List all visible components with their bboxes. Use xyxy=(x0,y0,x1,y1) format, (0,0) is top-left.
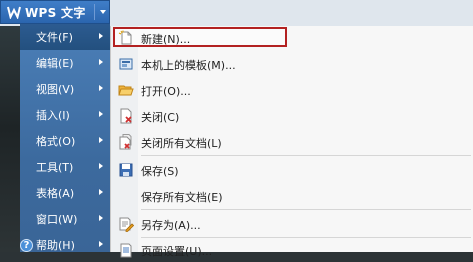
close-document-icon xyxy=(118,108,134,124)
page-setup-icon xyxy=(118,242,134,258)
submenu-item-local-templates[interactable]: 本机上的模板(M)... xyxy=(111,52,473,76)
submenu-item-label: 另存为(A)... xyxy=(141,219,201,232)
submenu-item-label: 保存(S) xyxy=(141,165,179,178)
menu-item-help[interactable]: ? 帮助(H) xyxy=(20,232,110,258)
selection-highlight xyxy=(113,27,287,47)
menu-item-insert[interactable]: 插入(I) xyxy=(20,102,110,128)
submenu-item-page-setup[interactable]: 页面设置(U)... xyxy=(111,238,473,262)
menu-item-label: 文件(F) xyxy=(36,31,73,44)
submenu-item-label: 本机上的模板(M)... xyxy=(141,59,236,72)
new-document-icon xyxy=(118,30,134,46)
menu-item-label: 编辑(E) xyxy=(36,57,74,70)
menu-item-table[interactable]: 表格(A) xyxy=(20,180,110,206)
menu-item-format[interactable]: 格式(O) xyxy=(20,128,110,154)
submenu-item-close-all[interactable]: 关闭所有文档(L) xyxy=(111,130,473,154)
app-menu-divider xyxy=(94,4,95,20)
menu-item-label: 窗口(W) xyxy=(36,213,78,226)
menu-item-label: 插入(I) xyxy=(36,109,70,122)
menu-item-view[interactable]: 视图(V) xyxy=(20,76,110,102)
chevron-right-icon xyxy=(99,33,103,39)
menu-item-label: 格式(O) xyxy=(36,135,76,148)
save-as-icon xyxy=(118,216,135,232)
help-icon: ? xyxy=(20,238,33,252)
chevron-right-icon xyxy=(99,59,103,65)
app-title: WPS 文字 xyxy=(25,5,86,20)
file-submenu: 新建(N)... 本机上的模板(M)... 打开(O)... 关闭(C) 关闭所… xyxy=(110,26,473,258)
submenu-item-save-all[interactable]: 保存所有文档(E) xyxy=(111,184,473,208)
chevron-right-icon xyxy=(99,215,103,221)
submenu-item-save[interactable]: 保存(S) xyxy=(111,158,473,182)
menu-item-window[interactable]: 窗口(W) xyxy=(20,206,110,232)
submenu-item-label: 关闭所有文档(L) xyxy=(141,137,222,150)
submenu-item-label: 保存所有文档(E) xyxy=(141,191,223,204)
chevron-right-icon xyxy=(99,163,103,169)
open-folder-icon xyxy=(118,82,134,98)
chevron-right-icon xyxy=(99,137,103,143)
main-menu: 文件(F) 编辑(E) 视图(V) 插入(I) 格式(O) 工具(T) 表格(A… xyxy=(20,24,110,252)
wps-logo-icon xyxy=(7,5,21,19)
chevron-right-icon xyxy=(99,241,103,247)
chevron-right-icon xyxy=(99,189,103,195)
editor-background-strip xyxy=(0,26,20,252)
menu-separator xyxy=(141,155,471,156)
menu-item-label: 表格(A) xyxy=(36,187,75,200)
submenu-item-label: 页面设置(U)... xyxy=(141,245,213,258)
wps-app-menu-button[interactable]: WPS 文字 xyxy=(0,0,110,24)
save-icon xyxy=(118,162,134,178)
menu-item-file[interactable]: 文件(F) xyxy=(20,24,110,50)
submenu-item-label: 关闭(C) xyxy=(141,111,180,124)
template-icon xyxy=(118,56,134,72)
menu-item-edit[interactable]: 编辑(E) xyxy=(20,50,110,76)
close-all-documents-icon xyxy=(118,134,134,150)
menu-item-label: 工具(T) xyxy=(36,161,74,174)
chevron-right-icon xyxy=(99,85,103,91)
menu-item-tools[interactable]: 工具(T) xyxy=(20,154,110,180)
menu-separator xyxy=(141,209,471,210)
submenu-item-close[interactable]: 关闭(C) xyxy=(111,104,473,128)
menu-item-label: 帮助(H) xyxy=(36,239,75,252)
menu-item-label: 视图(V) xyxy=(36,83,75,96)
submenu-item-save-as[interactable]: 另存为(A)... xyxy=(111,212,473,236)
submenu-item-label: 新建(N)... xyxy=(141,33,191,46)
chevron-down-icon[interactable] xyxy=(100,10,106,14)
submenu-item-label: 打开(O)... xyxy=(141,85,191,98)
submenu-item-new[interactable]: 新建(N)... xyxy=(111,26,473,50)
chevron-right-icon xyxy=(99,111,103,117)
submenu-item-open[interactable]: 打开(O)... xyxy=(111,78,473,102)
